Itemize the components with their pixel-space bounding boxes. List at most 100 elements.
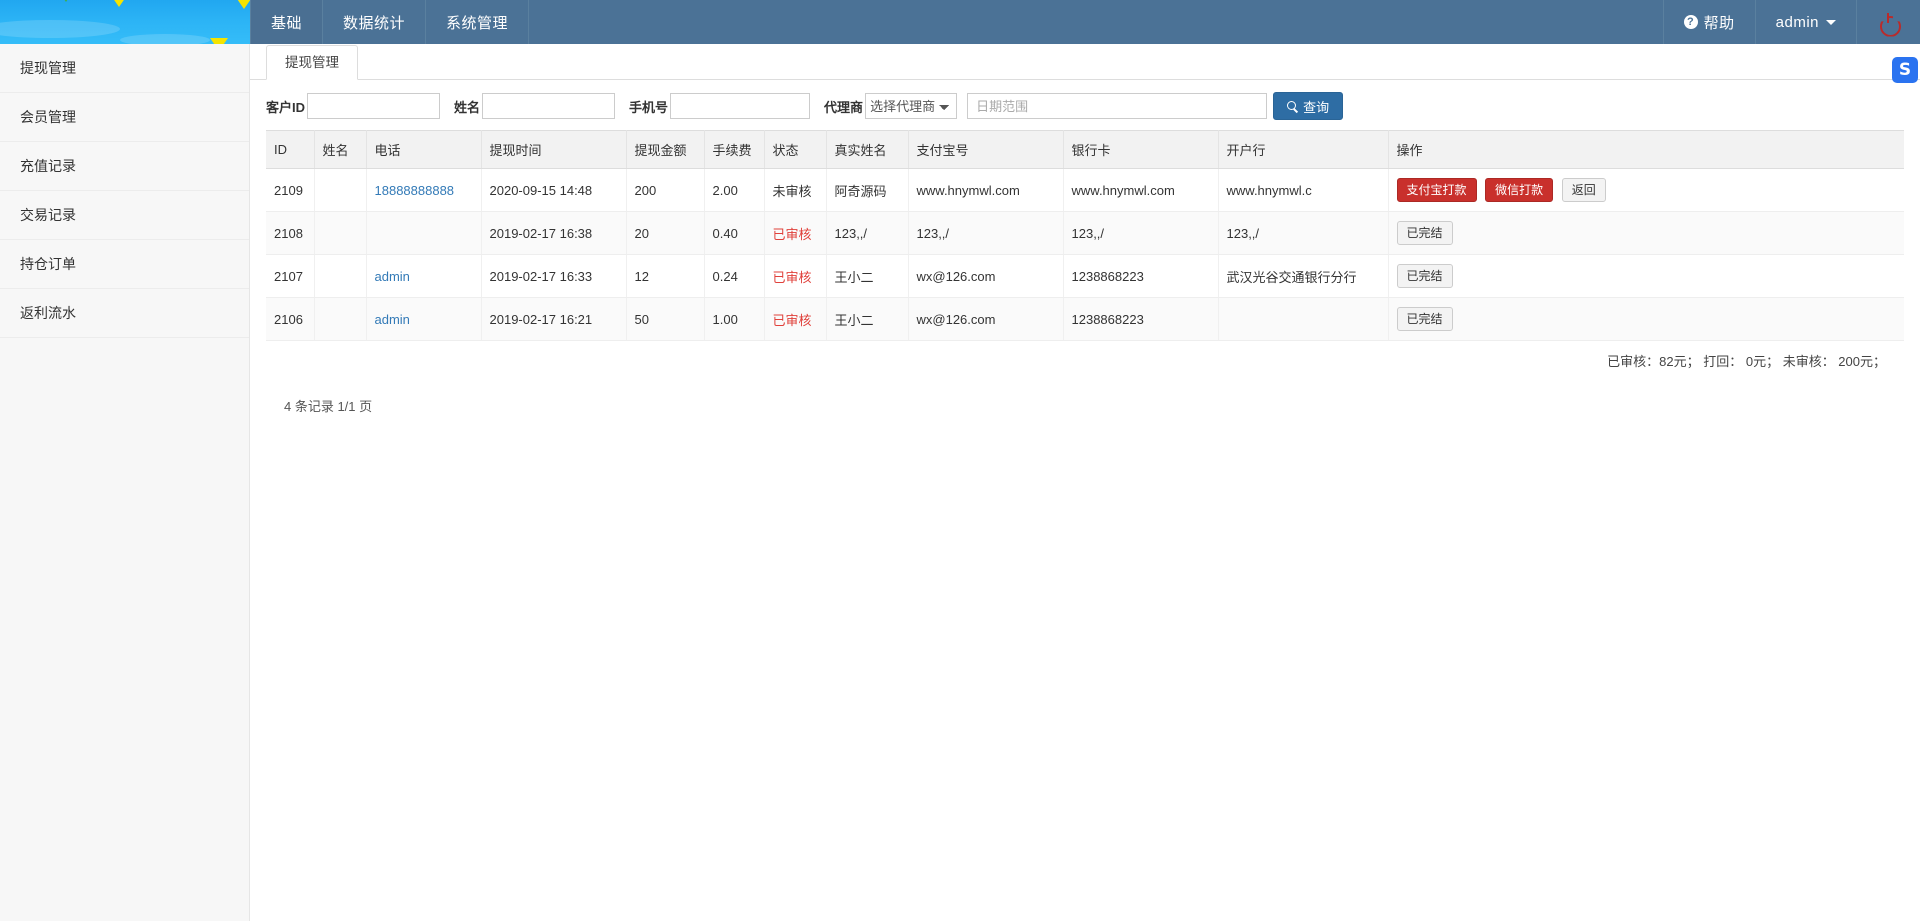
search-button[interactable]: 查询 [1273, 92, 1343, 120]
cell-amount: 50 [626, 298, 704, 341]
cell-status: 已审核 [764, 298, 826, 341]
cell-alipay: 123,,/ [908, 212, 1063, 255]
cell-real-name: 阿奇源码 [826, 169, 908, 212]
cell-id: 2109 [266, 169, 314, 212]
sidebar-item-member-management[interactable]: 会员管理 [0, 93, 249, 142]
completed-button[interactable]: 已完结 [1397, 264, 1453, 288]
table-row: 2108 2019-02-17 16:38 20 0.40 已审核 123,,/… [266, 212, 1904, 255]
kite-icon [210, 38, 228, 44]
column-header-time[interactable]: 提现时间 [481, 131, 626, 169]
logo-banner[interactable] [0, 0, 250, 44]
table-body: 2109 18888888888 2020-09-15 14:48 200 2.… [266, 169, 1904, 341]
cell-actions: 支付宝打款 微信打款 返回 [1388, 169, 1904, 212]
magnifier-icon [1287, 101, 1298, 112]
phone-link[interactable]: admin [375, 269, 410, 284]
name-input[interactable] [482, 93, 615, 119]
cell-actions: 已完结 [1388, 298, 1904, 341]
kite-icon [60, 0, 72, 2]
column-header-branch[interactable]: 开户行 [1218, 131, 1388, 169]
sidebar-item-label: 充值记录 [20, 158, 76, 174]
cell-bank-card: www.hnymwl.com [1063, 169, 1218, 212]
help-button[interactable]: ? 帮助 [1663, 0, 1755, 44]
agent-select[interactable]: 选择代理商 [865, 93, 957, 119]
cell-amount: 20 [626, 212, 704, 255]
cell-name [314, 212, 366, 255]
reject-button[interactable]: 返回 [1562, 178, 1606, 202]
cell-real-name: 王小二 [826, 298, 908, 341]
column-header-fee[interactable]: 手续费 [704, 131, 764, 169]
app-root: 基础 数据统计 系统管理 ? 帮助 admin [0, 0, 1920, 921]
completed-button[interactable]: 已完结 [1397, 307, 1453, 331]
tab-withdraw-management[interactable]: 提现管理 [266, 45, 358, 80]
agent-label: 代理商 [824, 97, 863, 116]
column-header-alipay[interactable]: 支付宝号 [908, 131, 1063, 169]
cell-name [314, 169, 366, 212]
name-label: 姓名 [454, 97, 480, 116]
cell-fee: 0.24 [704, 255, 764, 298]
sidebar-item-rebate-flow[interactable]: 返利流水 [0, 289, 249, 338]
nav-item-basic[interactable]: 基础 [250, 0, 323, 44]
table-header: ID 姓名 电话 提现时间 提现金额 手续费 状态 真实姓名 支付宝号 银行卡 … [266, 131, 1904, 169]
nav-item-system-management[interactable]: 系统管理 [426, 0, 529, 44]
sidebar-item-label: 持仓订单 [20, 256, 76, 272]
sidebar-item-label: 提现管理 [20, 60, 76, 76]
cell-amount: 12 [626, 255, 704, 298]
customer-id-input[interactable] [307, 93, 440, 119]
cell-actions: 已完结 [1388, 212, 1904, 255]
sidebar-item-transaction-records[interactable]: 交易记录 [0, 191, 249, 240]
chevron-down-icon [1826, 20, 1836, 25]
cell-time: 2019-02-17 16:21 [481, 298, 626, 341]
sidebar-item-label: 返利流水 [20, 305, 76, 321]
cell-amount: 200 [626, 169, 704, 212]
user-menu[interactable]: admin [1755, 0, 1856, 44]
phone-input[interactable] [670, 93, 810, 119]
cell-time: 2020-09-15 14:48 [481, 169, 626, 212]
power-icon [1880, 14, 1897, 31]
sidebar-item-withdraw-management[interactable]: 提现管理 [0, 44, 249, 93]
cloud-decoration [120, 34, 210, 44]
phone-link[interactable]: admin [375, 312, 410, 327]
alipay-payout-button[interactable]: 支付宝打款 [1397, 178, 1477, 202]
column-header-bank-card[interactable]: 银行卡 [1063, 131, 1218, 169]
cloud-decoration [0, 20, 120, 38]
table-row: 2106 admin 2019-02-17 16:21 50 1.00 已审核 … [266, 298, 1904, 341]
table-container: ID 姓名 电话 提现时间 提现金额 手续费 状态 真实姓名 支付宝号 银行卡 … [250, 130, 1920, 415]
nav-item-label: 系统管理 [446, 12, 508, 33]
sidebar-item-recharge-records[interactable]: 充值记录 [0, 142, 249, 191]
cell-fee: 0.40 [704, 212, 764, 255]
secondary-nav: ? 帮助 admin [1663, 0, 1920, 44]
date-range-input[interactable] [967, 93, 1267, 119]
totals-summary: 已审核：82元； 打回： 0元； 未审核： 200元； [266, 341, 1904, 370]
column-header-real-name[interactable]: 真实姓名 [826, 131, 908, 169]
cell-time: 2019-02-17 16:33 [481, 255, 626, 298]
customer-id-label: 客户ID [266, 97, 305, 116]
column-header-phone[interactable]: 电话 [366, 131, 481, 169]
sogou-ime-icon[interactable]: S [1892, 57, 1918, 83]
content-area: 提现管理 客户ID 姓名 手机号 代理商 选择代理商 查询 [250, 44, 1920, 921]
column-header-status[interactable]: 状态 [764, 131, 826, 169]
column-header-actions[interactable]: 操作 [1388, 131, 1904, 169]
sidebar-item-position-orders[interactable]: 持仓订单 [0, 240, 249, 289]
table-row: 2109 18888888888 2020-09-15 14:48 200 2.… [266, 169, 1904, 212]
cell-actions: 已完结 [1388, 255, 1904, 298]
phone-link[interactable]: 18888888888 [375, 183, 455, 198]
column-header-id[interactable]: ID [266, 131, 314, 169]
sidebar: 提现管理 会员管理 充值记录 交易记录 持仓订单 返利流水 [0, 44, 250, 921]
nav-item-statistics[interactable]: 数据统计 [323, 0, 426, 44]
kite-icon [110, 0, 128, 7]
cell-alipay: wx@126.com [908, 298, 1063, 341]
cell-phone [366, 212, 481, 255]
wechat-payout-button[interactable]: 微信打款 [1485, 178, 1553, 202]
cell-real-name: 王小二 [826, 255, 908, 298]
column-header-name[interactable]: 姓名 [314, 131, 366, 169]
cell-fee: 2.00 [704, 169, 764, 212]
column-header-amount[interactable]: 提现金额 [626, 131, 704, 169]
cell-name [314, 255, 366, 298]
cell-phone: 18888888888 [366, 169, 481, 212]
logout-button[interactable] [1856, 0, 1920, 44]
cell-status: 未审核 [764, 169, 826, 212]
cell-alipay: www.hnymwl.com [908, 169, 1063, 212]
nav-spacer [529, 0, 1663, 44]
completed-button[interactable]: 已完结 [1397, 221, 1453, 245]
cell-alipay: wx@126.com [908, 255, 1063, 298]
